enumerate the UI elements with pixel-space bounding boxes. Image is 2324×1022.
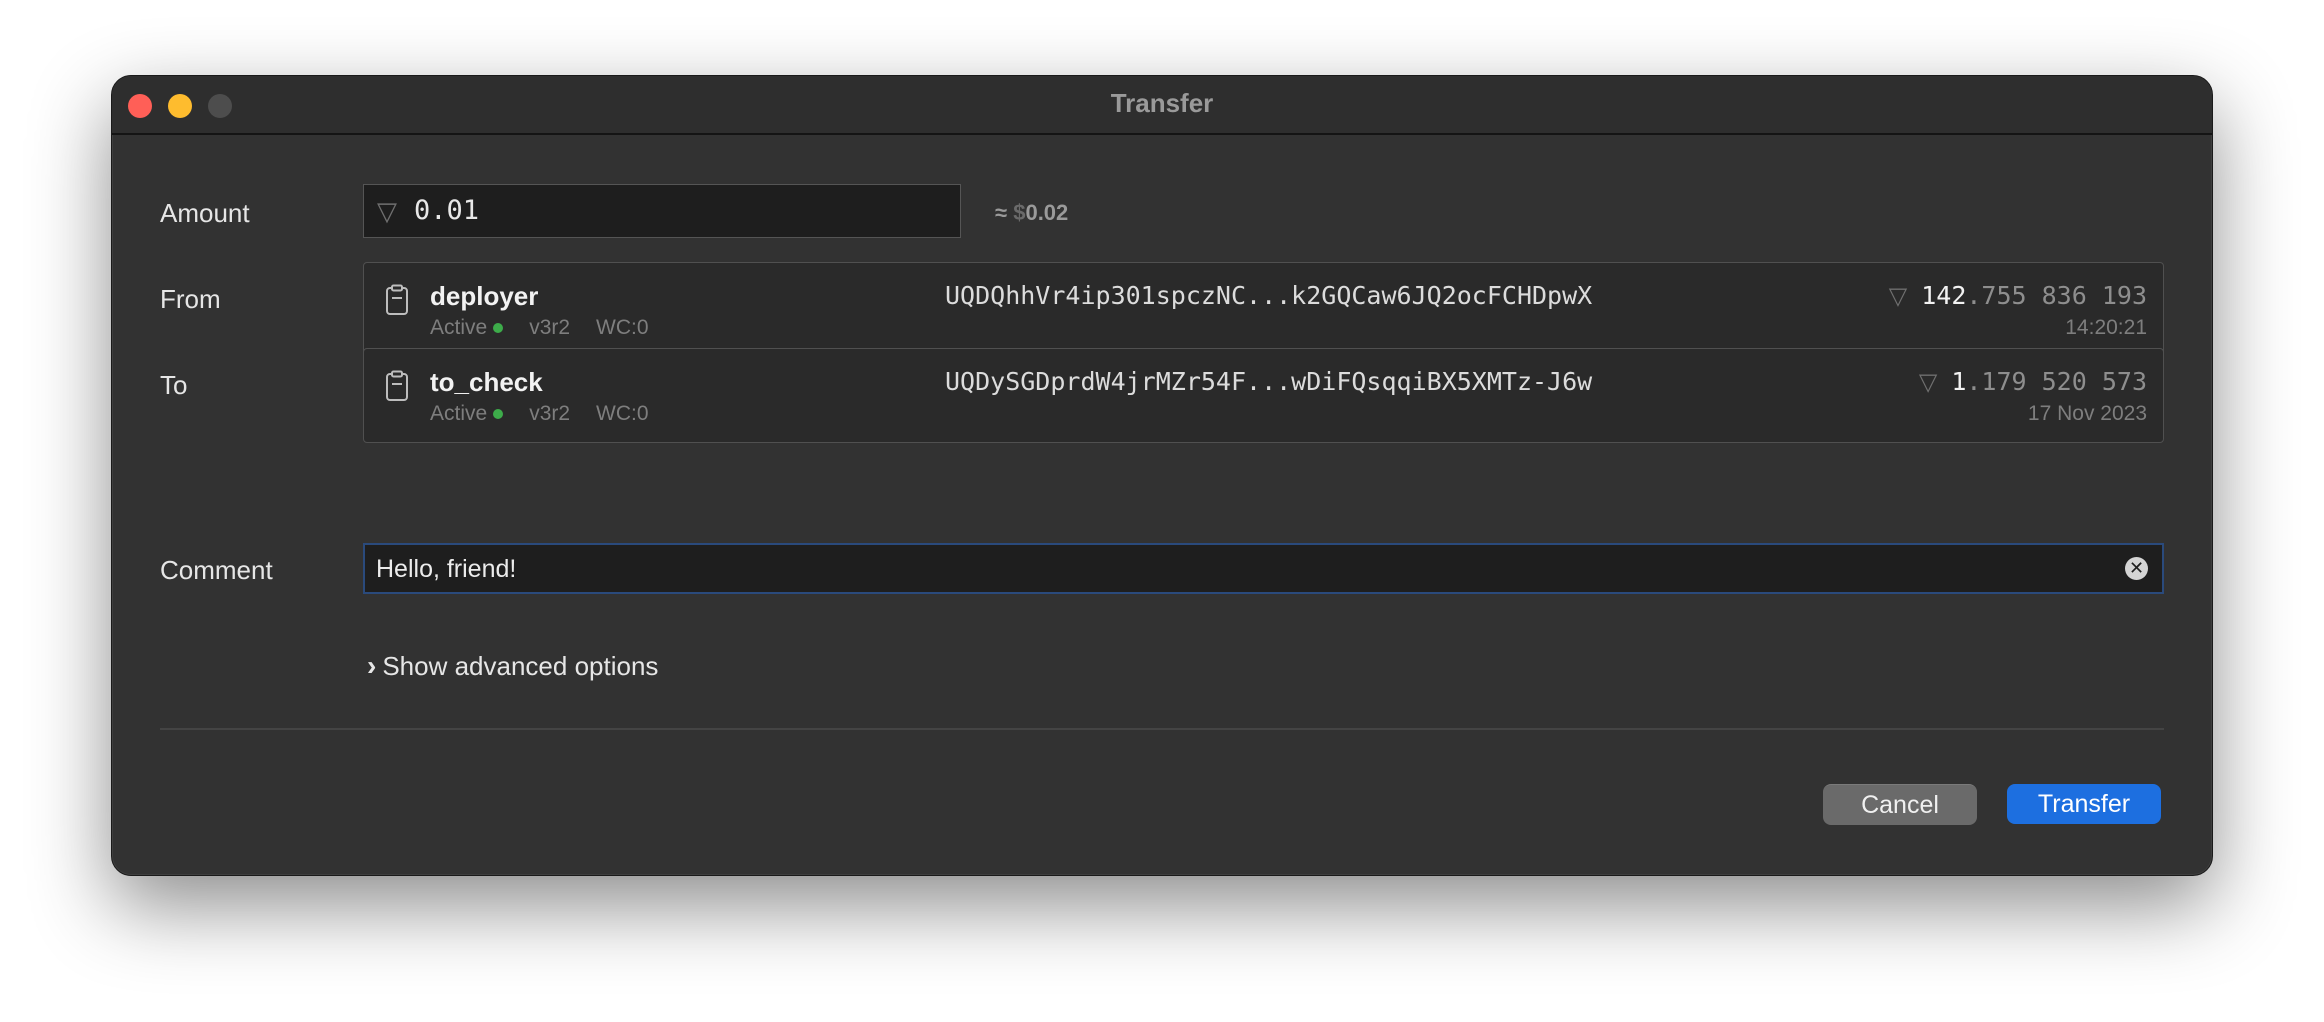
from-balance: ▽ 142.755 836 193 [1889,281,2147,310]
usd-value: 0.02 [1025,200,1069,225]
to-status: Active [430,402,488,425]
to-account-name: to_check [430,367,543,397]
from-balance-frac: .755 836 193 [1966,281,2147,310]
clear-circle-icon[interactable]: ✕ [2125,557,2148,580]
show-advanced-options-toggle[interactable]: › Show advanced options [367,650,658,682]
from-status: Active [430,316,488,339]
to-account-selector[interactable]: to_check Active v3r2 WC:0 UQDySGDprdW4jr… [363,348,2164,443]
status-dot-icon [493,409,504,419]
usd-equivalent: ≈ $0.02 [995,200,1068,226]
from-label: From [160,284,221,314]
clipboard-icon [386,284,408,315]
comment-value: Hello, friend! [376,555,517,583]
amount-label: Amount [160,198,250,228]
title-bar[interactable]: Transfer [112,76,2212,135]
comment-label: Comment [160,555,273,585]
to-balance: ▽ 1.179 520 573 [1919,367,2147,396]
window-title: Transfer [1110,88,1214,118]
status-dot-icon [493,323,504,333]
ton-diamond-icon: ▽ [1888,282,1908,310]
from-workchain: WC:0 [596,316,649,339]
from-version: v3r2 [529,316,571,339]
amount-input[interactable]: ▽ 0.01 [363,184,961,238]
to-label: To [160,370,188,400]
to-workchain: WC:0 [596,402,649,425]
approx-sign: ≈ [995,200,1008,225]
advanced-options-label: Show advanced options [382,650,659,681]
transfer-window: Transfer Amount ▽ 0.01 ≈ $0.02 From depl… [111,75,2213,876]
comment-input[interactable]: Hello, friend! ✕ [363,543,2164,594]
cancel-button[interactable]: Cancel [1823,784,1977,825]
to-balance-frac: .179 520 573 [1966,367,2147,396]
chevron-right-icon: › [367,650,377,681]
to-last-activity: 17 Nov 2023 [2027,402,2147,425]
from-account-selector[interactable]: deployer Active v3r2 WC:0 UQDQhhVr4ip301… [363,262,2164,357]
ton-diamond-icon: ▽ [377,196,397,226]
to-address: UQDySGDprdW4jrMZr54F...wDiFQsqqiBX5XMTz-… [945,367,1593,396]
from-address: UQDQhhVr4ip301spczNC...k2GQCaw6JQ2ocFCHD… [945,281,1593,310]
to-balance-int: 1 [1951,367,1967,396]
to-account-meta: Active v3r2 WC:0 [430,402,649,426]
amount-value: 0.01 [414,195,480,226]
from-account-name: deployer [430,281,539,311]
ton-diamond-icon: ▽ [1918,368,1938,396]
transfer-button[interactable]: Transfer [2007,784,2161,824]
from-account-meta: Active v3r2 WC:0 [430,316,649,340]
divider [160,728,2164,730]
clipboard-icon [386,370,408,401]
from-last-activity: 14:20:21 [2065,316,2147,339]
from-balance-int: 142 [1921,281,1967,310]
to-version: v3r2 [529,402,571,425]
usd-symbol: $ [1013,200,1026,225]
